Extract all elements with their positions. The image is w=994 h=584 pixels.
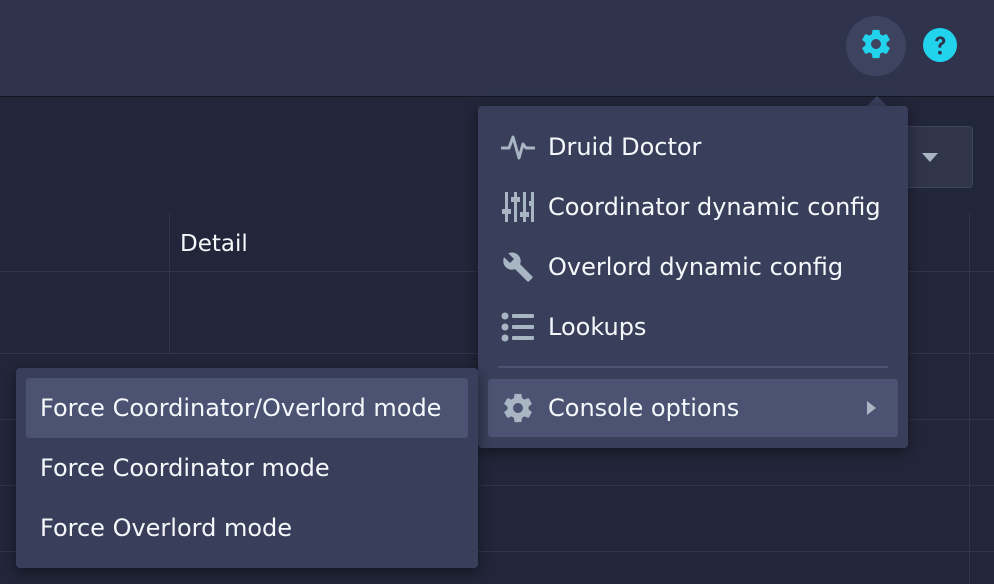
help-button[interactable]	[922, 27, 958, 67]
wrench-icon	[498, 247, 538, 287]
menu-item-label: Lookups	[548, 313, 647, 341]
menu-item-overlord-dynamic-config[interactable]: Overlord dynamic config	[488, 238, 898, 296]
menu-item-druid-doctor[interactable]: Druid Doctor	[488, 118, 898, 176]
settings-menu: Druid Doctor Coordinator dynamic config	[478, 106, 908, 448]
menu-divider	[498, 366, 888, 368]
menu-item-label: Console options	[548, 394, 740, 422]
sliders-icon	[498, 187, 538, 227]
gear-icon	[859, 27, 893, 65]
app-root: Detail Druid Doctor Coordinator dynamic …	[0, 0, 994, 584]
caret-down-icon	[922, 153, 938, 162]
settings-button[interactable]	[846, 16, 906, 76]
submenu-item-label: Force Overlord mode	[40, 514, 293, 542]
submenu-item-label: Force Coordinator mode	[40, 454, 330, 482]
menu-item-console-options[interactable]: Console options	[488, 379, 898, 437]
menu-item-label: Overlord dynamic config	[548, 253, 844, 281]
submenu-item-force-coordinator-mode[interactable]: Force Coordinator mode	[26, 438, 468, 498]
column-header-detail[interactable]: Detail	[180, 231, 248, 257]
column-divider	[169, 214, 170, 354]
column-divider	[969, 214, 970, 584]
pulse-icon	[498, 127, 538, 167]
submenu-item-force-coordinator-overlord-mode[interactable]: Force Coordinator/Overlord mode	[26, 378, 468, 438]
cog-icon	[498, 388, 538, 428]
menu-item-coordinator-dynamic-config[interactable]: Coordinator dynamic config	[488, 178, 898, 236]
submenu-item-force-overlord-mode[interactable]: Force Overlord mode	[26, 498, 468, 558]
top-navbar	[0, 0, 994, 96]
menu-item-label: Druid Doctor	[548, 133, 702, 161]
menu-item-label: Coordinator dynamic config	[548, 193, 881, 221]
caret-right-icon	[867, 401, 876, 415]
menu-item-lookups[interactable]: Lookups	[488, 298, 898, 356]
submenu-item-label: Force Coordinator/Overlord mode	[40, 394, 442, 422]
list-icon	[498, 307, 538, 347]
help-icon	[922, 27, 958, 67]
console-options-submenu: Force Coordinator/Overlord mode Force Co…	[16, 368, 478, 568]
